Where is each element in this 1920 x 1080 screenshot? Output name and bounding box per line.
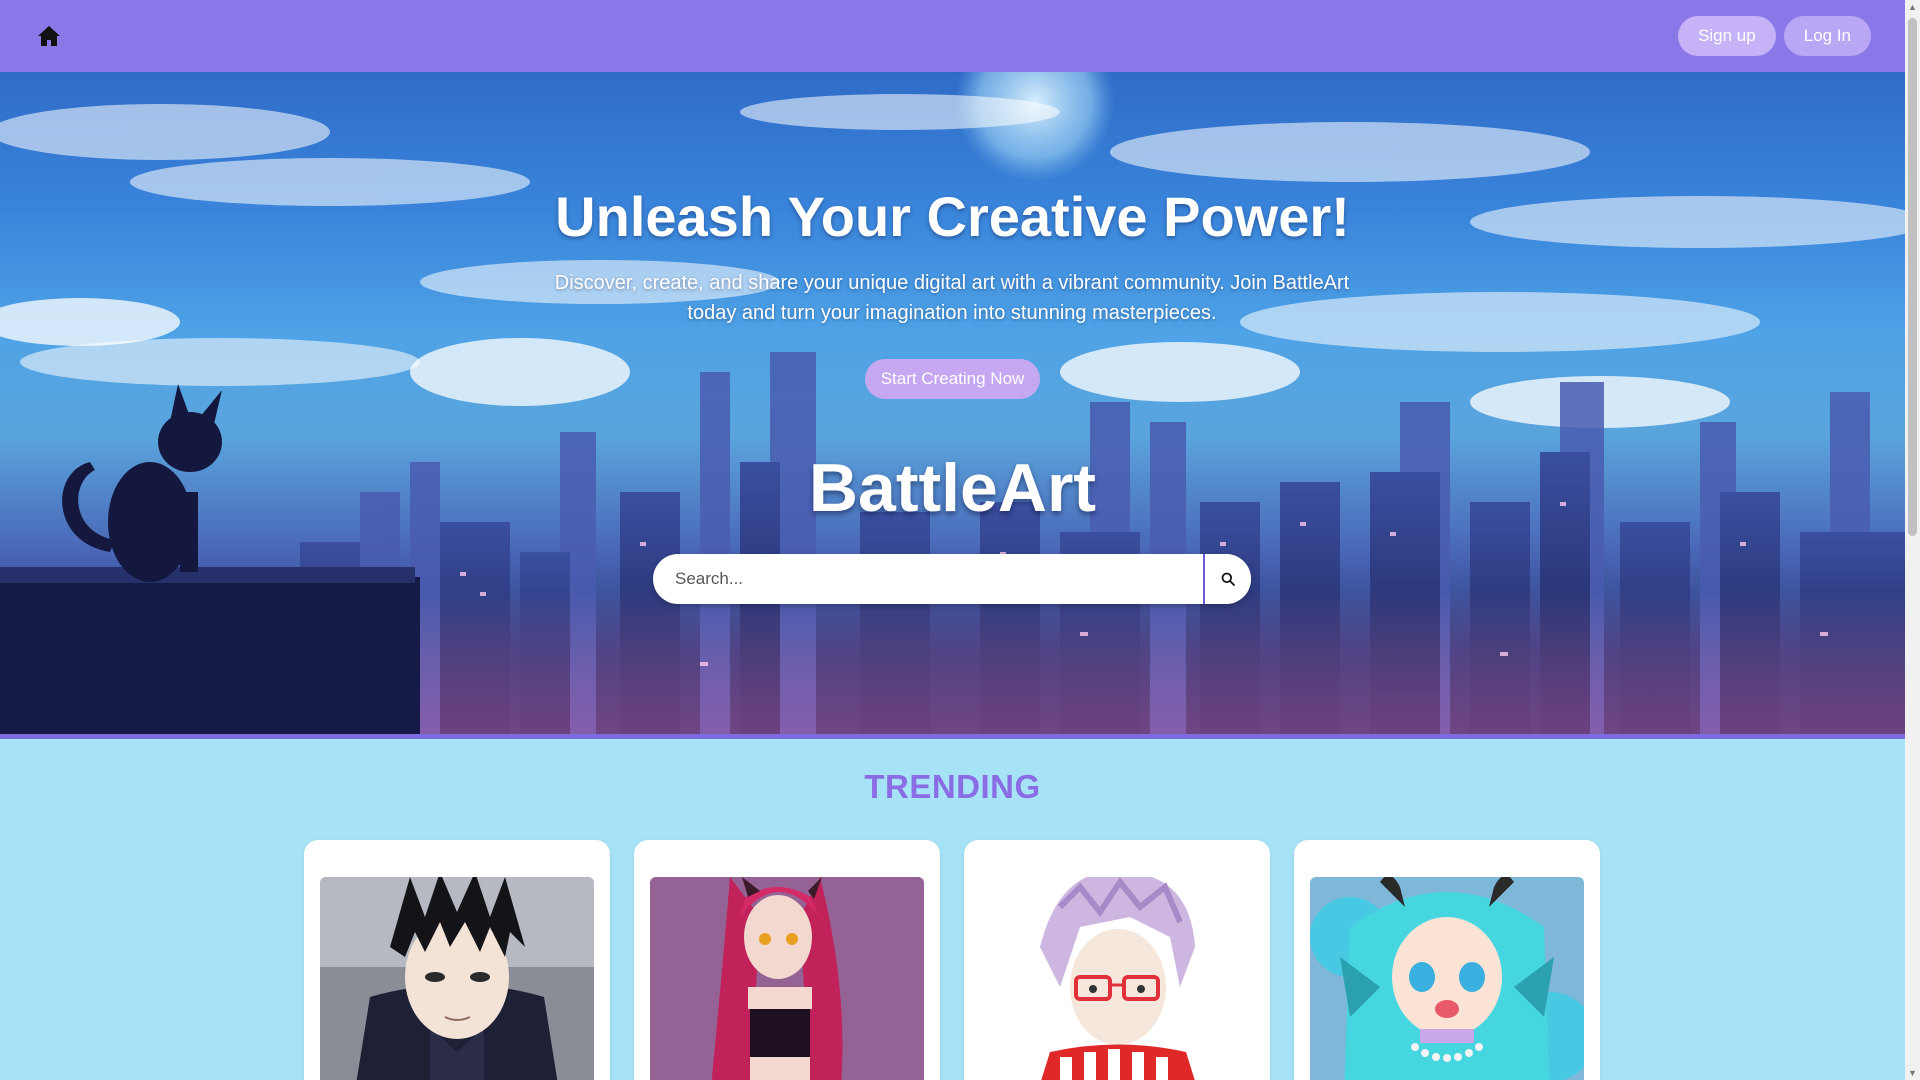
- trending-card[interactable]: [634, 840, 940, 1080]
- scroll-up-icon[interactable]: ▲: [1908, 2, 1917, 12]
- page: Sign up Log In Unleash Your Creative Pow…: [0, 0, 1905, 1080]
- artwork-image[interactable]: [1310, 877, 1584, 1080]
- start-creating-button[interactable]: Start Creating Now: [865, 359, 1040, 399]
- search-bar: [653, 554, 1251, 604]
- home-button[interactable]: [36, 23, 62, 49]
- search-input[interactable]: [653, 554, 1203, 604]
- signup-button[interactable]: Sign up: [1678, 16, 1776, 56]
- artwork-image[interactable]: [320, 877, 594, 1080]
- trending-card[interactable]: [964, 840, 1270, 1080]
- trending-heading: TRENDING: [864, 768, 1041, 805]
- search-icon: [1221, 572, 1235, 586]
- hero-divider: [0, 734, 1905, 739]
- home-icon: [38, 26, 60, 46]
- login-button[interactable]: Log In: [1783, 16, 1871, 56]
- trending-card[interactable]: [304, 840, 610, 1080]
- hero-title: Unleash Your Creative Power!: [555, 185, 1350, 248]
- brand-name: BattleArt: [808, 450, 1097, 526]
- auth-buttons: Sign up Log In: [1678, 16, 1871, 56]
- trending-card[interactable]: [1294, 840, 1600, 1080]
- top-navbar: Sign up Log In: [0, 0, 1905, 72]
- scrollbar-thumb[interactable]: [1908, 18, 1917, 536]
- scroll-down-icon[interactable]: ▼: [1908, 1068, 1917, 1078]
- search-button[interactable]: [1203, 554, 1251, 604]
- hero-banner: Unleash Your Creative Power! Discover, c…: [0, 72, 1905, 734]
- trending-cards: [304, 840, 1600, 1080]
- hero-content: Unleash Your Creative Power! Discover, c…: [0, 72, 1905, 734]
- artwork-image[interactable]: [980, 877, 1254, 1080]
- page-scrollbar[interactable]: ▲ ▼: [1905, 0, 1920, 1080]
- hero-description: Discover, create, and share your unique …: [554, 272, 1350, 324]
- artwork-image[interactable]: [650, 877, 924, 1080]
